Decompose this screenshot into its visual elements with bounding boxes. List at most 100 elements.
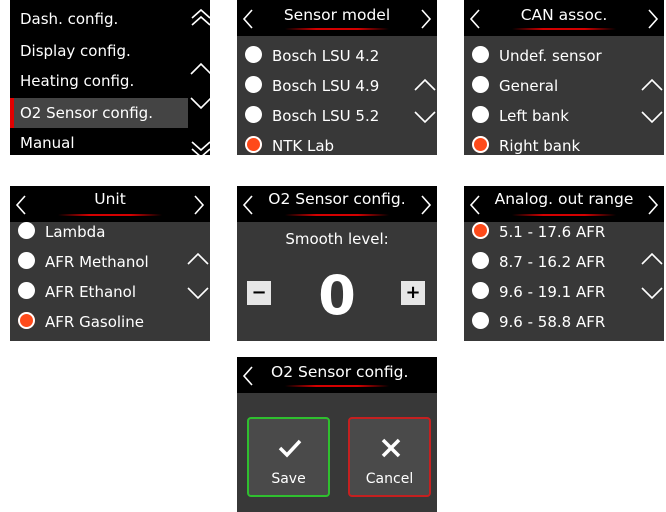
panel-header: Sensor model: [237, 0, 437, 36]
title-underline: [285, 214, 389, 216]
can-assoc-panel: CAN assoc. Undef. sensor General Left ba…: [464, 0, 664, 155]
option-right-bank[interactable]: Right bank: [472, 132, 580, 155]
menu-item-o2-sensor-config[interactable]: O2 Sensor config.: [10, 98, 188, 128]
chevron-down-icon[interactable]: [640, 110, 664, 126]
chevron-right-icon[interactable]: [646, 8, 660, 30]
check-icon: [277, 437, 303, 463]
chevron-down-icon[interactable]: [186, 286, 210, 302]
radio-selected-icon: [18, 312, 35, 329]
radio-selected-icon: [472, 136, 489, 153]
option-label: AFR Ethanol: [45, 283, 136, 301]
option-bosch-lsu-5-2[interactable]: Bosch LSU 5.2: [245, 102, 379, 130]
chevron-down-icon[interactable]: [189, 96, 210, 112]
cancel-button[interactable]: Cancel: [348, 417, 431, 497]
panel-title: O2 Sensor config.: [268, 190, 406, 208]
option-undef-sensor[interactable]: Undef. sensor: [472, 42, 602, 70]
decrement-button[interactable]: −: [247, 281, 271, 305]
chevron-up-icon[interactable]: [640, 250, 664, 266]
radio-icon: [245, 46, 262, 63]
chevron-up-icon[interactable]: [413, 76, 437, 92]
title-underline: [285, 28, 389, 30]
menu-item-manual[interactable]: Manual: [10, 128, 188, 155]
option-label: Undef. sensor: [499, 47, 602, 65]
chevron-up-icon[interactable]: [640, 76, 664, 92]
option-left-bank[interactable]: Left bank: [472, 102, 569, 130]
chevron-up-icon[interactable]: [189, 60, 210, 76]
option-label: 8.7 - 16.2 AFR: [499, 253, 606, 271]
panel-title: Unit: [94, 190, 126, 208]
main-menu-panel: Dash. config. Display config. Heating co…: [10, 0, 210, 155]
option-label: Bosch LSU 4.9: [272, 77, 380, 95]
radio-icon: [472, 46, 489, 63]
analog-out-range-panel: Analog. out range 5.1 - 17.6 AFR 8.7 - 1…: [464, 186, 664, 341]
chevron-right-icon[interactable]: [646, 194, 660, 216]
radio-selected-icon: [472, 222, 489, 239]
chevron-right-icon[interactable]: [192, 194, 206, 216]
unit-panel: Unit Lambda AFR Methanol AFR Ethanol AFR…: [10, 186, 210, 341]
option-afr-gasoline[interactable]: AFR Gasoline: [18, 308, 144, 336]
option-range-9-6-58-8[interactable]: 9.6 - 58.8 AFR: [472, 308, 605, 336]
panel-title: O2 Sensor config.: [271, 363, 409, 381]
option-afr-ethanol[interactable]: AFR Ethanol: [18, 278, 136, 306]
radio-icon: [245, 106, 262, 123]
panel-header: CAN assoc.: [464, 0, 664, 36]
panel-header: Unit: [10, 186, 210, 222]
option-label: General: [499, 77, 559, 95]
panel-header: Analog. out range: [464, 186, 664, 222]
save-button[interactable]: Save: [247, 417, 330, 497]
option-label: Bosch LSU 4.2: [272, 47, 380, 65]
option-afr-methanol[interactable]: AFR Methanol: [18, 248, 149, 276]
panel-header: O2 Sensor config.: [237, 186, 437, 222]
chevron-down-icon[interactable]: [413, 110, 437, 126]
chevron-left-icon[interactable]: [241, 365, 255, 387]
panel-title: Analog. out range: [494, 190, 634, 208]
radio-icon: [472, 282, 489, 299]
chevron-right-icon[interactable]: [419, 194, 433, 216]
radio-icon: [472, 252, 489, 269]
option-range-5-1-17-6[interactable]: 5.1 - 17.6 AFR: [472, 218, 605, 246]
option-label: AFR Gasoline: [45, 313, 144, 331]
radio-icon: [245, 76, 262, 93]
save-label: Save: [271, 471, 306, 487]
option-general[interactable]: General: [472, 72, 558, 100]
option-label: Lambda: [45, 223, 106, 241]
x-icon: [380, 437, 402, 463]
panel-header: O2 Sensor config.: [237, 357, 437, 393]
chevron-down-icon[interactable]: [640, 286, 664, 302]
option-ntk-lab[interactable]: NTK Lab: [245, 132, 334, 155]
option-lambda[interactable]: Lambda: [18, 218, 105, 246]
menu-item-display-config[interactable]: Display config.: [10, 36, 188, 66]
menu-item-dash-config[interactable]: Dash. config.: [10, 4, 188, 34]
option-label: NTK Lab: [272, 137, 335, 155]
radio-icon: [472, 76, 489, 93]
option-label: 5.1 - 17.6 AFR: [499, 223, 606, 241]
smooth-level-label: Smooth level:: [285, 230, 389, 248]
double-chevron-up-icon[interactable]: [189, 6, 210, 30]
chevron-right-icon[interactable]: [419, 8, 433, 30]
radio-selected-icon: [245, 136, 262, 153]
radio-icon: [472, 312, 489, 329]
title-underline: [285, 385, 389, 387]
option-bosch-lsu-4-2[interactable]: Bosch LSU 4.2: [245, 42, 379, 70]
option-range-8-7-16-2[interactable]: 8.7 - 16.2 AFR: [472, 248, 605, 276]
radio-icon: [18, 222, 35, 239]
cancel-label: Cancel: [365, 471, 414, 487]
title-underline: [58, 214, 162, 216]
option-label: 9.6 - 19.1 AFR: [499, 283, 606, 301]
smooth-level-panel: O2 Sensor config. Smooth level: − 0 +: [237, 186, 437, 341]
chevron-up-icon[interactable]: [186, 250, 210, 266]
title-underline: [512, 214, 616, 216]
double-chevron-down-icon[interactable]: [189, 140, 210, 155]
option-label: Bosch LSU 5.2: [272, 107, 380, 125]
option-label: 9.6 - 58.8 AFR: [499, 313, 606, 331]
increment-button[interactable]: +: [401, 281, 425, 305]
radio-icon: [472, 106, 489, 123]
title-underline: [512, 28, 616, 30]
option-bosch-lsu-4-9[interactable]: Bosch LSU 4.9: [245, 72, 379, 100]
save-dialog-panel: O2 Sensor config. Save Cancel: [237, 357, 437, 512]
radio-icon: [18, 282, 35, 299]
smooth-level-value: 0: [318, 264, 356, 327]
sensor-model-panel: Sensor model Bosch LSU 4.2 Bosch LSU 4.9…: [237, 0, 437, 155]
menu-item-heating-config[interactable]: Heating config.: [10, 66, 188, 96]
option-range-9-6-19-1[interactable]: 9.6 - 19.1 AFR: [472, 278, 605, 306]
